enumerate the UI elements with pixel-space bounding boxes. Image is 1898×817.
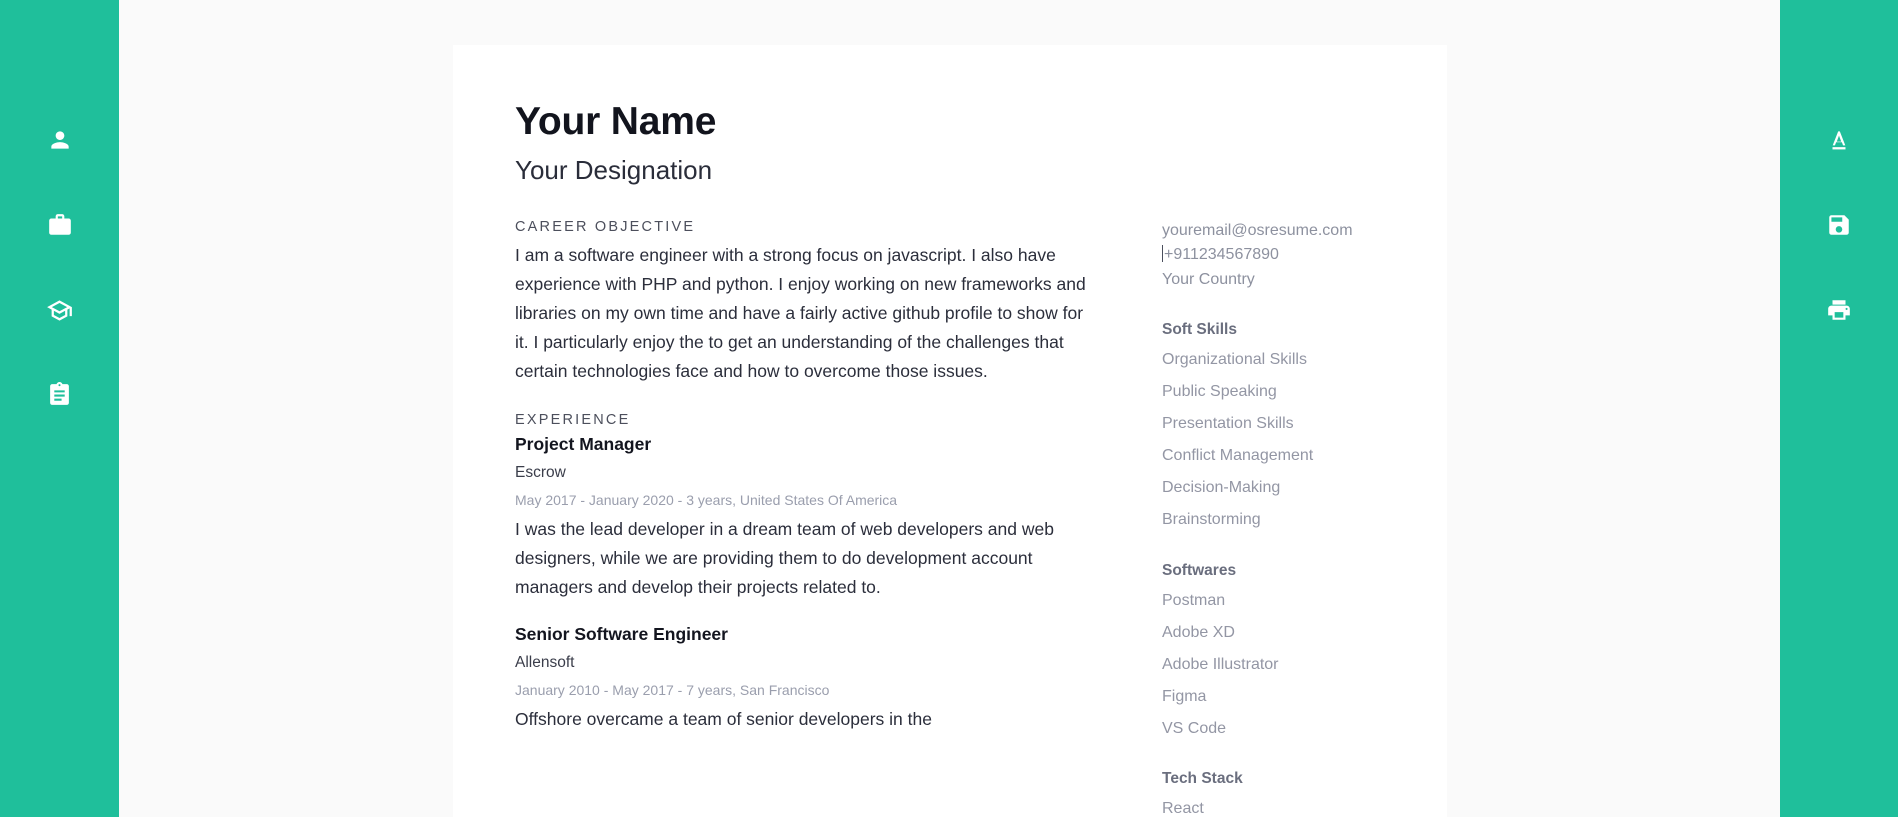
text-caret — [1162, 245, 1163, 262]
sidebar-item-personal-details[interactable] — [32, 112, 88, 168]
job-company[interactable]: Allensoft — [515, 654, 1100, 672]
sidebar-item-education[interactable] — [32, 282, 88, 338]
job-title[interactable]: Project Manager — [515, 434, 1100, 455]
sidebar-item-summary[interactable] — [32, 366, 88, 422]
side-list-item[interactable]: VS Code — [1162, 717, 1447, 742]
graduation-cap-icon — [46, 297, 73, 324]
contact-phone[interactable]: +911234567890 — [1164, 246, 1279, 263]
resume-builder-app: Your Name Your Designation CAREER OBJECT… — [0, 0, 1898, 817]
side-group-softwares: Softwares Postman Adobe XD Adobe Illustr… — [1162, 562, 1447, 742]
resume-side-column: youremail@osresume.com +911234567890 You… — [1162, 219, 1447, 817]
resume-designation[interactable]: Your Designation — [515, 155, 1385, 186]
job-meta[interactable]: January 2010 - May 2017 - 7 years, San F… — [515, 682, 1100, 698]
career-objective-heading: CAREER OBJECTIVE — [515, 219, 1100, 235]
job-meta[interactable]: May 2017 - January 2020 - 3 years, Unite… — [515, 492, 1100, 508]
experience-entry: Project Manager Escrow May 2017 - Januar… — [515, 434, 1100, 602]
side-list-item[interactable]: Adobe XD — [1162, 621, 1447, 646]
side-list-item[interactable]: Adobe Illustrator — [1162, 653, 1447, 678]
side-list-item[interactable]: Public Speaking — [1162, 380, 1447, 405]
job-company[interactable]: Escrow — [515, 464, 1100, 482]
experience-entry: Senior Software Engineer Allensoft Janua… — [515, 624, 1100, 734]
side-list-item[interactable]: Presentation Skills — [1162, 412, 1447, 437]
resume-document[interactable]: Your Name Your Designation CAREER OBJECT… — [453, 45, 1447, 817]
job-description[interactable]: I was the lead developer in a dream team… — [515, 515, 1100, 602]
side-group-title: Tech Stack — [1162, 770, 1447, 788]
save-button[interactable] — [1811, 197, 1867, 253]
sidebar-item-experience[interactable] — [32, 197, 88, 253]
experience-heading: EXPERIENCE — [515, 412, 1100, 428]
font-style-button[interactable] — [1811, 112, 1867, 168]
side-list-item[interactable]: Organizational Skills — [1162, 348, 1447, 373]
person-icon — [47, 127, 73, 153]
font-style-icon — [1826, 127, 1852, 153]
resume-name[interactable]: Your Name — [515, 100, 1385, 145]
experience-section: EXPERIENCE Project Manager Escrow May 20… — [515, 412, 1100, 734]
side-list-item[interactable]: React — [1162, 797, 1447, 817]
print-icon — [1826, 297, 1852, 323]
resume-main-column: CAREER OBJECTIVE I am a software enginee… — [515, 219, 1100, 817]
clipboard-icon — [47, 382, 72, 407]
left-toolbar — [0, 0, 119, 817]
contact-phone-row[interactable]: +911234567890 — [1162, 243, 1447, 267]
right-toolbar — [1780, 0, 1898, 817]
side-list-item[interactable]: Conflict Management — [1162, 444, 1447, 469]
side-group-title: Soft Skills — [1162, 321, 1447, 339]
side-list-item[interactable]: Postman — [1162, 589, 1447, 614]
side-list-item[interactable]: Decision-Making — [1162, 476, 1447, 501]
career-objective-section: CAREER OBJECTIVE I am a software enginee… — [515, 219, 1100, 386]
side-group-tech-stack: Tech Stack React — [1162, 770, 1447, 817]
briefcase-icon — [47, 212, 73, 238]
career-objective-text[interactable]: I am a software engineer with a strong f… — [515, 241, 1100, 386]
side-group-title: Softwares — [1162, 562, 1447, 580]
job-description[interactable]: Offshore overcame a team of senior devel… — [515, 705, 1100, 734]
side-list-item[interactable]: Figma — [1162, 685, 1447, 710]
side-list-item[interactable]: Brainstorming — [1162, 508, 1447, 533]
print-button[interactable] — [1811, 282, 1867, 338]
contact-country[interactable]: Your Country — [1162, 268, 1447, 292]
contact-email[interactable]: youremail@osresume.com — [1162, 219, 1447, 243]
save-icon — [1826, 212, 1852, 238]
resume-body: CAREER OBJECTIVE I am a software enginee… — [515, 219, 1385, 817]
job-title[interactable]: Senior Software Engineer — [515, 624, 1100, 645]
side-group-soft-skills: Soft Skills Organizational Skills Public… — [1162, 321, 1447, 533]
